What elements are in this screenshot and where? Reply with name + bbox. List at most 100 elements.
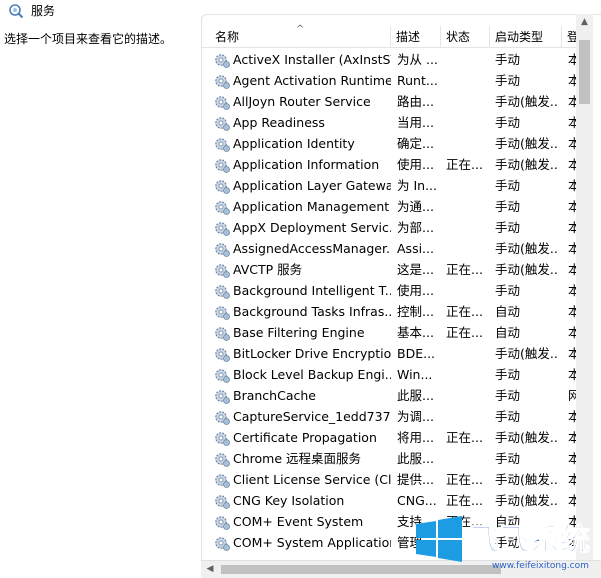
service-gear-icon	[215, 474, 230, 488]
service-startup-type: 手动	[495, 52, 521, 67]
service-gear-icon	[215, 96, 230, 110]
service-gear-icon	[215, 390, 230, 404]
service-status	[446, 364, 490, 385]
service-description: 为通...	[397, 199, 434, 214]
service-status: 正在...	[446, 157, 483, 172]
service-status	[446, 133, 490, 154]
service-status	[446, 280, 490, 301]
service-startup-type: 手动	[495, 367, 521, 382]
service-status	[446, 175, 490, 196]
service-status	[446, 49, 490, 70]
service-row[interactable]: AssignedAccessManager... Assi... 手动(触发... 本	[202, 238, 580, 259]
watermark-url: www.feifeixitong.com	[492, 561, 589, 571]
service-row[interactable]: Application Identity 确定... 手动(触发... 本	[202, 133, 580, 154]
window-title: 服务	[31, 4, 56, 18]
service-gear-icon	[215, 348, 230, 362]
service-name: CNG Key Isolation	[233, 493, 345, 508]
column-startup-type[interactable]: 启动类型	[490, 26, 562, 48]
service-description: 此服...	[397, 388, 434, 403]
service-description: 基本...	[397, 325, 434, 340]
service-status	[446, 406, 490, 427]
service-startup-type: 手动	[495, 451, 521, 466]
service-list[interactable]: ^ 名称 描述 状态 启动类型 登 ActiveX Installer (AxI…	[201, 14, 601, 578]
service-name: Client License Service (Cli...	[233, 472, 391, 487]
service-description: 确定...	[397, 136, 434, 151]
service-startup-type: 手动	[495, 178, 521, 193]
scroll-up-icon[interactable]: ▲	[576, 14, 593, 31]
scroll-left-icon[interactable]: ◀	[203, 561, 217, 578]
service-description: 使用...	[397, 283, 434, 298]
service-startup-type: 手动	[495, 199, 521, 214]
service-startup-type: 自动	[495, 325, 521, 340]
service-startup-type: 手动	[495, 388, 521, 403]
column-status[interactable]: 状态	[441, 26, 490, 48]
service-description: Win...	[397, 367, 433, 382]
service-gear-icon	[215, 432, 230, 446]
service-row[interactable]: Application Information 使用... 正在... 手动(触发..…	[202, 154, 580, 175]
service-row[interactable]: Application Management 为通... 手动本	[202, 196, 580, 217]
service-name: AllJoyn Router Service	[233, 94, 371, 109]
service-name: AppX Deployment Servic...	[233, 220, 391, 235]
service-gear-icon	[215, 306, 230, 320]
service-status: 正在...	[446, 304, 483, 319]
service-gear-icon	[215, 516, 230, 530]
service-startup-type: 手动(触发...	[495, 136, 559, 151]
service-row[interactable]: AllJoyn Router Service 路由... 手动(触发... 本	[202, 91, 580, 112]
service-row[interactable]: Client License Service (Cli... 提供... 正在...…	[202, 469, 580, 490]
service-row[interactable]: ActiveX Installer (AxInstSV) 为从 ... 手动本	[202, 49, 580, 70]
service-startup-type: 手动(触发...	[495, 472, 559, 487]
service-status: 正在...	[446, 262, 483, 277]
service-gear-icon	[215, 369, 230, 383]
service-gear-icon	[215, 138, 230, 152]
column-name[interactable]: 名称	[210, 26, 391, 48]
service-description: 当用...	[397, 115, 434, 130]
service-description: 提供...	[397, 472, 434, 487]
service-gear-icon	[215, 285, 230, 299]
service-row[interactable]: Agent Activation Runtime... Runt... 手动本	[202, 70, 580, 91]
service-description: 为部...	[397, 220, 434, 235]
service-description: 为从 ...	[397, 52, 438, 67]
service-gear-icon	[215, 411, 230, 425]
service-description: 将用...	[397, 430, 434, 445]
service-row[interactable]: Base Filtering Engine 基本... 正在... 自动本	[202, 322, 580, 343]
service-row[interactable]: Certificate Propagation 将用... 正在... 手动(触发..…	[202, 427, 580, 448]
service-gear-icon	[215, 495, 230, 509]
service-name: BitLocker Drive Encryptio...	[233, 346, 391, 361]
service-startup-type: 手动(触发...	[495, 241, 559, 256]
vertical-scrollbar[interactable]: ▲	[576, 14, 593, 560]
service-gear-icon	[215, 75, 230, 89]
service-row[interactable]: Block Level Backup Engi... Win... 手动本	[202, 364, 580, 385]
service-row[interactable]: AppX Deployment Servic... 为部... 手动本	[202, 217, 580, 238]
service-startup-type: 手动(触发...	[495, 430, 559, 445]
service-row[interactable]: Application Layer Gatewa... 为 In... 手动本	[202, 175, 580, 196]
service-row[interactable]: Background Intelligent T... 使用... 手动本	[202, 280, 580, 301]
vertical-scroll-thumb[interactable]	[579, 40, 590, 104]
service-row[interactable]: Chrome 远程桌面服务 此服... 手动本	[202, 448, 580, 469]
column-description[interactable]: 描述	[391, 26, 441, 48]
services-gear-icon	[9, 4, 24, 19]
service-name: Block Level Backup Engi...	[233, 367, 391, 382]
service-row[interactable]: CaptureService_1edd7376 为调... 手动本	[202, 406, 580, 427]
service-name: Background Intelligent T...	[233, 283, 391, 298]
service-gear-icon	[215, 201, 230, 215]
service-row[interactable]: BranchCache 此服... 手动网	[202, 385, 580, 406]
service-row[interactable]: CNG Key Isolation CNG... 正在... 手动(触发... 本	[202, 490, 580, 511]
service-name: Application Identity	[233, 136, 355, 151]
service-description: 为 In...	[397, 178, 438, 193]
service-description: 使用...	[397, 157, 434, 172]
service-row[interactable]: Background Tasks Infras... 控制... 正在... 自动本	[202, 301, 580, 322]
service-row[interactable]: App Readiness 当用... 手动本	[202, 112, 580, 133]
service-status: 正在...	[446, 493, 483, 508]
service-row[interactable]: BitLocker Drive Encryptio... BDE... 手动(触发.…	[202, 343, 580, 364]
description-pane: 选择一个项目来查看它的描述。	[0, 22, 201, 578]
service-name: App Readiness	[233, 115, 325, 130]
service-row[interactable]: AVCTP 服务 这是... 正在... 手动(触发... 本	[202, 259, 580, 280]
service-name: Application Information	[233, 157, 380, 172]
service-gear-icon	[215, 54, 230, 68]
service-status	[446, 91, 490, 112]
service-startup-type: 手动(触发...	[495, 346, 559, 361]
service-status	[446, 217, 490, 238]
service-gear-icon	[215, 180, 230, 194]
service-description: 为调...	[397, 409, 434, 424]
service-startup-type: 手动	[495, 73, 521, 88]
